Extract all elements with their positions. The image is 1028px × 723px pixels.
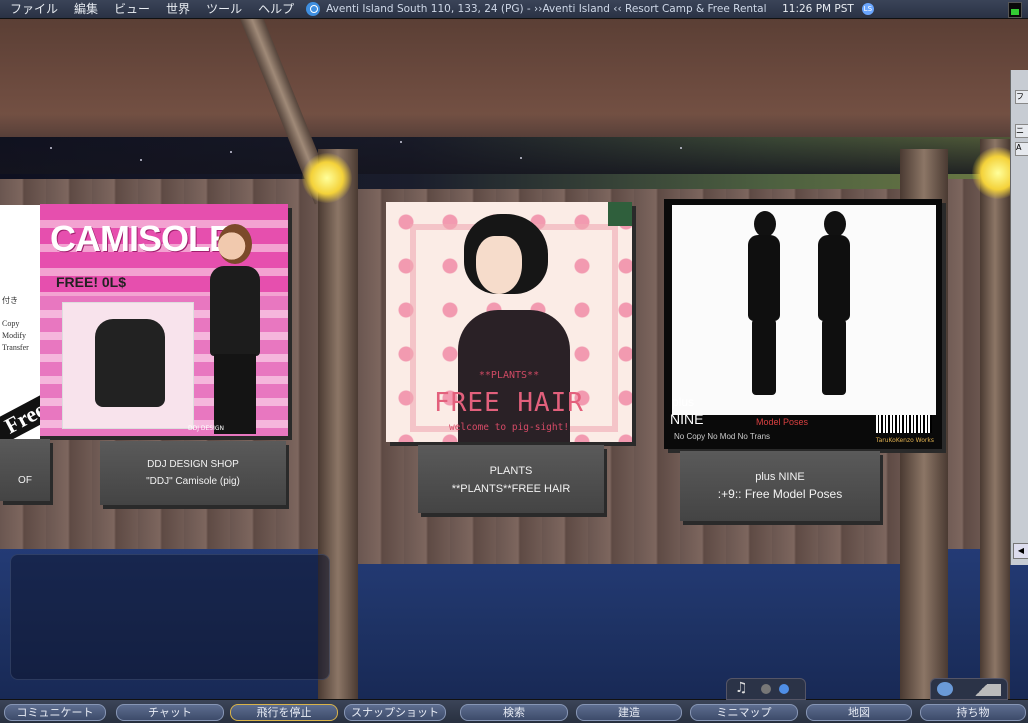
media-controls: ♫ xyxy=(726,678,806,700)
lamp-light xyxy=(302,153,352,203)
bottom-toolbar: コミュニケート チャット 飛行を停止 スナップショット 検索 建造 ミニマップ … xyxy=(0,699,1028,723)
camisole-photo xyxy=(62,302,194,429)
poster-maker: TaruKoKenzo Works xyxy=(875,437,934,444)
star xyxy=(680,147,682,149)
location-bar[interactable]: Aventi Island South 110, 133, 24 (PG) - … xyxy=(326,3,766,15)
star xyxy=(400,141,402,143)
stop-icon[interactable] xyxy=(761,684,771,694)
poster-brand: DDJ DESIGN xyxy=(187,425,224,432)
floater-window-partial[interactable]: フ ニ A ◀ xyxy=(1010,70,1028,565)
menu-help[interactable]: ヘルプ xyxy=(250,0,302,18)
poster-free-label: Free xyxy=(0,390,40,446)
poster-plants-hair[interactable]: **PLANTS** FREE HAIR welcome to pig-sigh… xyxy=(386,202,632,442)
poster-brand-nine: NINE xyxy=(670,411,704,427)
sign-item-name: "DDJ" Camisole (pig) xyxy=(146,476,240,487)
model-face xyxy=(476,236,522,294)
star xyxy=(230,151,232,153)
poster-text: Copy xyxy=(2,319,20,328)
volume-controls xyxy=(930,678,1008,700)
stop-flying-button[interactable]: 飛行を停止 xyxy=(230,704,338,721)
poster-title: Model Poses xyxy=(756,417,809,427)
sign-shop-name: plus NINE xyxy=(755,471,805,483)
poster-text: 付き xyxy=(2,296,18,305)
poster-price: FREE! 0L$ xyxy=(56,274,127,290)
floater-tab[interactable]: A xyxy=(1015,142,1028,156)
chat-button[interactable]: チャット xyxy=(116,704,224,721)
world-view[interactable]: 付き Copy Modify Transfer Free CAMISOLE FR… xyxy=(0,19,1028,699)
figure-legs xyxy=(752,319,776,395)
poster-model-poses[interactable]: plus NINE Model Poses No Copy No Mod No … xyxy=(664,199,942,449)
poster-text: Transfer xyxy=(2,343,29,352)
sign-shop-name: DDJ DESIGN SHOP xyxy=(147,459,239,470)
star xyxy=(520,157,522,159)
poster-photo xyxy=(672,205,936,415)
pose-figure xyxy=(812,211,856,397)
sign-shop-name: PLANTS xyxy=(489,465,533,477)
camisole-shirt xyxy=(95,319,165,407)
figure-legs xyxy=(822,319,846,395)
poster-permissions: No Copy No Mod No Trans xyxy=(674,432,771,441)
minimap-button[interactable]: ミニマップ xyxy=(690,704,798,721)
model-body xyxy=(210,266,260,356)
figure-body xyxy=(818,235,850,321)
model-head xyxy=(218,224,252,264)
scroll-left-icon[interactable]: ◀ xyxy=(1013,543,1028,559)
search-button[interactable]: 検索 xyxy=(460,704,568,721)
communicate-button[interactable]: コミュニケート xyxy=(4,704,106,721)
sign-item-name: :+9:: Free Model Poses xyxy=(717,487,843,501)
menu-file[interactable]: ファイル xyxy=(0,0,66,18)
menu-view[interactable]: ビュー xyxy=(106,0,158,18)
roof-shadow xyxy=(0,114,1028,174)
camisole-model xyxy=(200,224,270,434)
menu-tools[interactable]: ツール xyxy=(198,0,250,18)
world-map-button[interactable]: 地図 xyxy=(806,704,912,721)
build-button[interactable]: 建造 xyxy=(576,704,682,721)
figure-head xyxy=(754,211,776,237)
figure-head xyxy=(824,211,846,237)
floater-tab[interactable]: ニ xyxy=(1015,124,1028,138)
poster-camisole[interactable]: CAMISOLE FREE! 0L$ DDJ DESIGN xyxy=(40,204,288,436)
music-note-icon[interactable]: ♫ xyxy=(735,680,748,696)
chat-history-overlay xyxy=(10,554,330,680)
poster-left-partial[interactable]: 付き Copy Modify Transfer Free xyxy=(0,205,40,449)
play-icon[interactable] xyxy=(779,684,789,694)
snapshot-button[interactable]: スナップショット xyxy=(344,704,446,721)
star xyxy=(50,147,52,149)
inventory-button[interactable]: 持ち物 xyxy=(920,704,1026,721)
linden-dollar-icon[interactable]: LS xyxy=(861,3,874,15)
floater-tab[interactable]: フ xyxy=(1015,90,1028,104)
star xyxy=(140,159,142,161)
poster-brand-plus: plus xyxy=(672,395,695,409)
vendor-sign-ddj[interactable]: DDJ DESIGN SHOP "DDJ" Camisole (pig) xyxy=(100,441,286,505)
wooden-post xyxy=(980,139,1010,699)
poster-text: Modify xyxy=(2,331,26,340)
poster-subtitle: **PLANTS** xyxy=(478,370,540,381)
barcode-icon xyxy=(876,415,932,433)
vendor-sign-left[interactable]: OF xyxy=(0,439,50,501)
vendor-sign-plants[interactable]: PLANTS **PLANTS**FREE HAIR xyxy=(418,445,604,513)
speaker-icon[interactable] xyxy=(937,682,953,696)
bandwidth-meter xyxy=(1008,2,1022,18)
model-legs xyxy=(214,354,256,434)
sign-text: OF xyxy=(18,475,32,486)
headphones-icon[interactable] xyxy=(306,2,321,16)
menu-edit[interactable]: 編集 xyxy=(66,0,106,18)
clock: 11:26 PM PST xyxy=(782,3,854,15)
figure-body xyxy=(748,235,780,321)
plants-logo-icon xyxy=(608,202,632,226)
menu-bar: ファイル 編集 ビュー 世界 ツール ヘルプ Aventi Island Sou… xyxy=(0,0,1028,19)
poster-title: FREE HAIR xyxy=(434,388,584,418)
volume-slider[interactable] xyxy=(961,684,1001,696)
vendor-sign-nine[interactable]: plus NINE :+9:: Free Model Poses xyxy=(680,451,880,521)
pose-figure xyxy=(742,211,786,397)
sign-item-name: **PLANTS**FREE HAIR xyxy=(451,483,571,495)
poster-tagline: welcome to pig-sight! xyxy=(448,422,570,433)
menu-world[interactable]: 世界 xyxy=(158,0,198,18)
